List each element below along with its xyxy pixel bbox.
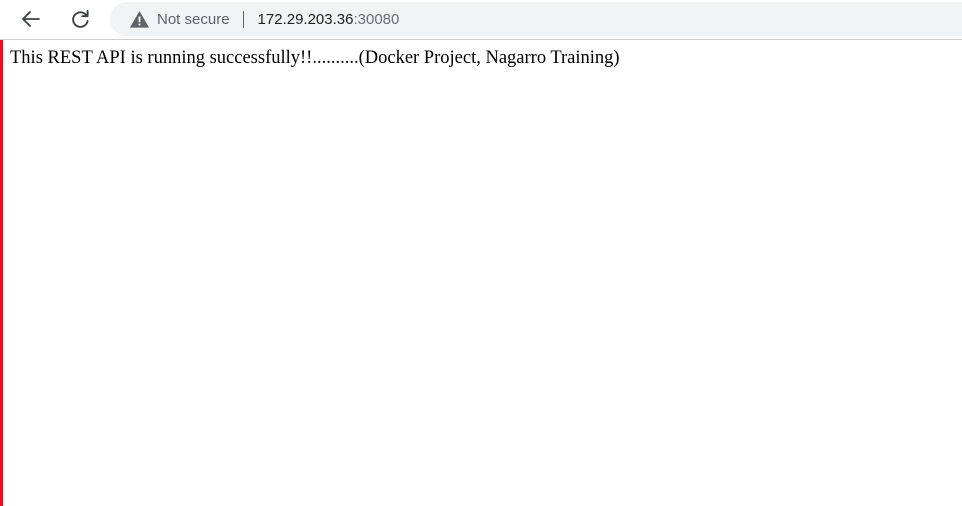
window-edge-accent bbox=[0, 0, 3, 506]
url-port: :30080 bbox=[353, 10, 400, 28]
back-button[interactable] bbox=[14, 2, 48, 36]
address-bar[interactable]: Not secure 172.29.203.36:30080 bbox=[110, 2, 962, 36]
warning-triangle-icon bbox=[129, 10, 149, 28]
reload-button[interactable] bbox=[63, 2, 97, 36]
back-arrow-icon bbox=[21, 9, 41, 29]
browser-toolbar: Not secure 172.29.203.36:30080 bbox=[0, 0, 962, 40]
url-host: 172.29.203.36 bbox=[257, 10, 354, 28]
security-indicator[interactable]: Not secure bbox=[129, 2, 230, 36]
omnibox-divider bbox=[242, 10, 244, 28]
api-status-message: This REST API is running successfully!!.… bbox=[10, 48, 620, 68]
url-text[interactable]: 172.29.203.36:30080 bbox=[258, 11, 400, 28]
not-secure-label: Not secure bbox=[157, 10, 230, 28]
reload-icon bbox=[69, 8, 91, 30]
